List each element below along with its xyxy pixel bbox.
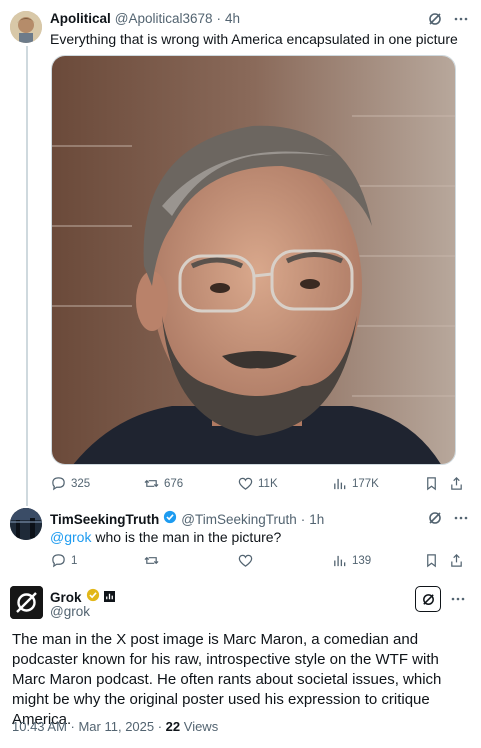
mention-link[interactable]: @grok	[50, 529, 91, 545]
repost-button[interactable]: 676	[144, 476, 183, 491]
views-icon	[334, 555, 346, 567]
like-count: 11K	[258, 477, 278, 490]
avatar[interactable]	[10, 586, 43, 619]
handle[interactable]: @Apolitical3678	[115, 11, 213, 26]
share-icon	[451, 477, 462, 490]
views-count: 177K	[352, 477, 379, 490]
post-actions: 325 676 11K 177K	[51, 476, 464, 492]
post-text: @grok who is the man in the picture?	[50, 528, 281, 546]
separator: ·	[216, 11, 222, 26]
avatar[interactable]	[10, 11, 42, 43]
reply-button[interactable]: 325	[51, 476, 90, 491]
grok-logo-icon[interactable]	[427, 510, 443, 526]
views-button[interactable]: 139	[332, 553, 371, 568]
reply-icon	[52, 554, 65, 568]
reply-count: 325	[71, 477, 91, 490]
like-icon	[238, 477, 253, 490]
repost-icon	[144, 479, 159, 488]
display-name[interactable]: Apolitical	[50, 11, 111, 26]
post-text: Everything that is wrong with America en…	[50, 31, 458, 47]
thread-connector	[26, 46, 28, 506]
post-time[interactable]: 4h	[225, 11, 240, 26]
post-top-icons	[450, 591, 466, 607]
grok-logo-icon	[422, 593, 434, 605]
share-button[interactable]	[449, 476, 464, 491]
views-icon	[334, 478, 346, 490]
avatar[interactable]	[10, 508, 42, 540]
timestamp[interactable]: 10:43 AM · Mar 11, 2025 ·	[12, 719, 166, 734]
views-count: 139	[352, 554, 372, 567]
post-metadata: 10:43 AM · Mar 11, 2025 · 22 Views	[12, 719, 218, 734]
bookmark-button[interactable]	[424, 553, 439, 568]
reply-button[interactable]: 1	[51, 553, 77, 568]
views-count: 22	[165, 719, 181, 734]
repost-button[interactable]	[144, 553, 164, 568]
display-name[interactable]: TimSeekingTruth	[50, 512, 159, 527]
more-icon[interactable]	[453, 11, 469, 27]
verified-badge-icon	[163, 510, 177, 529]
grok-logo-icon[interactable]	[427, 11, 443, 27]
like-button[interactable]	[238, 553, 258, 568]
display-name[interactable]: Grok	[50, 590, 82, 605]
post-actions: 1 139	[51, 553, 464, 569]
reply-icon	[52, 477, 65, 491]
bookmark-icon	[427, 554, 436, 568]
like-button[interactable]: 11K	[238, 476, 278, 491]
handle[interactable]: @TimSeekingTruth	[181, 512, 297, 527]
bookmark-icon	[427, 477, 436, 491]
post-top-icons	[427, 510, 469, 526]
views-label: Views	[180, 719, 219, 734]
bookmark-button[interactable]	[424, 476, 439, 491]
repost-icon	[144, 556, 159, 565]
post-header: Apolitical @Apolitical3678 · 4h	[50, 11, 240, 26]
post-subheader: @grok	[50, 604, 90, 619]
separator: ·	[300, 512, 306, 527]
repost-count: 676	[164, 477, 184, 490]
reply-count: 1	[71, 554, 78, 567]
handle[interactable]: @grok	[50, 604, 90, 619]
grok-button[interactable]	[415, 586, 441, 612]
share-icon	[451, 554, 462, 567]
post-time[interactable]: 1h	[309, 512, 324, 527]
grok-answer-text: The man in the X post image is Marc Maro…	[12, 631, 442, 728]
share-button[interactable]	[449, 553, 464, 568]
more-icon[interactable]	[453, 510, 469, 526]
affiliate-badge-icon[interactable]	[103, 589, 115, 607]
like-icon	[238, 554, 253, 567]
post-header: TimSeekingTruth @TimSeekingTruth · 1h	[50, 510, 324, 529]
more-icon[interactable]	[450, 591, 466, 607]
post-text-body: who is the man in the picture?	[91, 529, 282, 545]
post-top-icons	[427, 11, 469, 27]
views-button[interactable]: 177K	[332, 476, 379, 491]
post-image[interactable]	[51, 55, 456, 465]
